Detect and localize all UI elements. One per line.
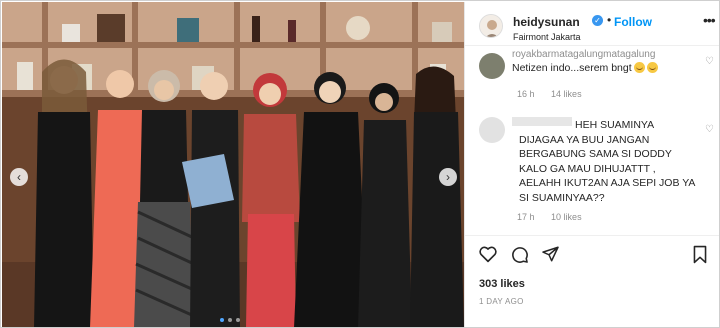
comment-meta: 17 h 10 likes [517, 212, 596, 222]
comment-bubble-icon[interactable] [510, 245, 529, 264]
post-actions-bar: 303 likes 1 DAY AGO [465, 235, 719, 327]
instagram-post-window: ‹ › heidysunan ✓ • Follow Fairmont Jakar… [0, 0, 720, 328]
group-photo-illustration [2, 2, 464, 327]
laughing-emoji-icon [633, 62, 645, 73]
comment-text: Netizen indo...serem bngt [512, 61, 658, 75]
previous-photo-button[interactable]: ‹ [10, 168, 28, 186]
laughing-emoji-icon [646, 62, 658, 73]
comment-meta: 16 h 14 likes [517, 89, 596, 99]
share-send-icon[interactable] [541, 245, 560, 263]
carousel-dot [228, 318, 232, 322]
author-username-link[interactable]: heidysunan [513, 15, 580, 29]
comment-age: 17 h [517, 212, 535, 222]
likes-count[interactable]: 303 likes [479, 278, 525, 290]
post-side-panel: heidysunan ✓ • Follow Fairmont Jakarta •… [464, 2, 719, 327]
location-link[interactable]: Fairmont Jakarta [513, 32, 581, 42]
commenter-avatar[interactable] [479, 117, 505, 143]
post-date: 1 DAY AGO [479, 297, 524, 306]
post-photo[interactable]: ‹ › [2, 2, 464, 327]
carousel-dot [236, 318, 240, 322]
comment-body: Netizen indo...serem bngt [512, 62, 632, 74]
carousel-indicator [220, 318, 240, 322]
carousel-dot [220, 318, 224, 322]
author-avatar[interactable] [479, 14, 503, 38]
heart-outline-icon[interactable]: ♡ [705, 124, 714, 135]
post-header: heidysunan ✓ • Follow Fairmont Jakarta •… [465, 2, 719, 46]
comment-age: 16 h [517, 89, 535, 99]
like-heart-icon[interactable] [478, 245, 498, 263]
avatar-portrait-icon [480, 15, 502, 37]
next-photo-button[interactable]: › [439, 168, 457, 186]
heart-outline-icon[interactable]: ♡ [705, 56, 714, 67]
follow-button[interactable]: Follow [614, 15, 652, 29]
comment-text: HEH SUAMINYA DIJAGAA YA BUU JANGAN BERGA… [519, 119, 695, 204]
comments-list[interactable]: royakbarmatagalungmatagalung Netizen ind… [465, 47, 719, 235]
comment-like-count[interactable]: 14 likes [551, 89, 582, 99]
verified-badge-icon: ✓ [592, 15, 603, 26]
comment-like-count[interactable]: 10 likes [551, 212, 582, 222]
header-separator: • [607, 13, 612, 27]
save-bookmark-icon[interactable] [692, 245, 708, 264]
commenter-avatar[interactable] [479, 53, 505, 79]
commenter-username[interactable]: royakbarmatagalungmatagalung [512, 49, 655, 60]
more-options-icon[interactable]: ••• [703, 12, 716, 28]
